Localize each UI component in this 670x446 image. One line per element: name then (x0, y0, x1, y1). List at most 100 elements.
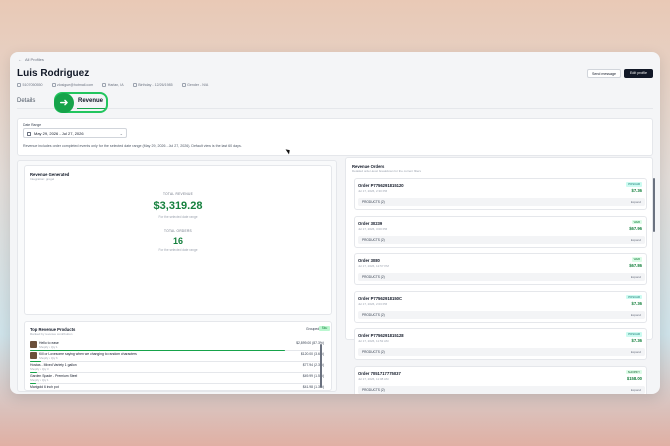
toggle-sku[interactable]: Sku (319, 326, 330, 331)
order-products-label: PRODUCTS (2) (362, 237, 385, 242)
location-icon (102, 83, 107, 88)
top-products-card: Top Revenue Products Ranked by revenue c… (24, 321, 332, 391)
product-share-track (30, 371, 322, 374)
edit-profile-button[interactable]: Edit profile (624, 69, 653, 78)
order-products-label: PRODUCTS (2) (362, 275, 385, 279)
birthday-field: Birthday - 12/26/1985 (132, 83, 173, 88)
order-amount: $158.00 (626, 375, 642, 381)
order-date: Jul 17, 2026, 2:03 PM (358, 301, 388, 306)
expand-button[interactable]: Expand (631, 388, 641, 392)
product-thumbnail (30, 352, 37, 359)
revenue-generated-card: Revenue Generated Integration: grogel TO… (24, 165, 332, 315)
calendar-icon (132, 83, 137, 88)
send-message-button[interactable]: Send message (587, 69, 621, 78)
arrow-left-icon: ← (18, 57, 22, 62)
date-range-value: May 29, 2026 - Jul 27, 2026 (34, 131, 84, 136)
toggle-grouped[interactable]: Grouped (306, 327, 319, 331)
order-products-toggle[interactable]: PRODUCTS (2) Expand (358, 198, 645, 206)
revenue-generated-subtitle: Integration: grogel (30, 177, 55, 181)
expand-button[interactable]: Expand (631, 238, 641, 242)
order-products-toggle[interactable]: PRODUCTS (2) Expand (358, 385, 645, 394)
date-range-note: Revenue includes order completed events … (23, 144, 242, 148)
order-source-badge: WEB (631, 219, 642, 224)
product-share-bar (30, 382, 36, 385)
back-link[interactable]: ← All Profiles (18, 57, 44, 62)
order-card: Order 30239 Jul 17, 2026, 3:00 PM WEB $67.9… (354, 215, 647, 248)
arrow-right-icon: ➜ (54, 93, 74, 113)
user-icon (181, 83, 186, 88)
tab-details[interactable]: Details (17, 98, 35, 104)
order-id: Order 7051717775037 (358, 370, 401, 376)
order-card: Order P7756291815128 Jul 17, 2026, 11:52 … (354, 328, 647, 360)
order-products-toggle[interactable]: PRODUCTS (2) Expand (358, 235, 645, 244)
phone-field: 5107050550 (17, 83, 43, 88)
order-products-toggle[interactable]: PRODUCTS (2) Expand (358, 273, 645, 281)
order-amount: $7.36 (631, 300, 642, 306)
revenue-orders-card: Revenue Orders Detailed order-level brea… (345, 157, 653, 394)
order-date: Jul 17, 2026, 2:30 PM (358, 189, 388, 193)
product-meta: Shopify • Qty 1 (39, 345, 58, 349)
profile-window: ← All Profiles Luis Rodriguez 5107050550… (10, 52, 660, 394)
order-id: Order P7756291815120 (358, 183, 404, 188)
calendar-icon (27, 131, 31, 136)
order-id: Order 3080 (358, 258, 380, 263)
total-revenue-value: $3,319.28 (153, 200, 203, 212)
product-thumbnail (30, 341, 37, 348)
total-revenue-label: TOTAL REVENUE (162, 192, 194, 196)
tab-revenue[interactable]: Revenue (78, 98, 103, 104)
order-card: Order P77562918150C Jul 17, 2026, 2:03 PM… (354, 290, 647, 323)
revenue-orders-subtitle: Detailed order-level breakdown for the c… (352, 169, 422, 173)
product-share-bar (30, 360, 41, 363)
email-field: zlosigue@hotmail.com (51, 83, 93, 88)
product-meta: Shopify • Qty 1 (30, 378, 49, 382)
order-card: Order 7051717775037 Jul 17, 2026, 11:08 A… (354, 365, 647, 394)
order-products-label: PRODUCTS (2) (362, 312, 385, 317)
expand-button[interactable]: Expand (631, 275, 641, 279)
product-share-bar (30, 349, 285, 352)
products-scrollbar[interactable] (320, 344, 322, 388)
order-amount: $7.36 (631, 338, 642, 343)
product-row: Marigold 6 inch pot Shopify • Qty 3 $41.98… (30, 385, 328, 390)
phone-icon (17, 83, 21, 88)
total-orders-value: 16 (172, 236, 183, 246)
expand-button[interactable]: Expand (631, 350, 641, 354)
order-amount: $67.96 (629, 225, 642, 231)
chevron-down-icon: ⌄ (119, 131, 123, 136)
tab-bar: Details Revenue (17, 95, 653, 110)
order-products-toggle[interactable]: PRODUCTS (2) Expand (358, 348, 645, 356)
back-link-label: All Profiles (25, 57, 44, 62)
profile-name: Luis Rodriguez (17, 68, 90, 79)
order-source-badge: SHOPIFY (625, 369, 642, 374)
location-field: Harlan, IA (102, 83, 124, 88)
order-products-label: PRODUCTS (2) (362, 387, 385, 392)
expand-button[interactable]: Expand (631, 313, 641, 317)
order-card: Order 3080 Jul 17, 2026, 12:57 PM WEB $67.8… (354, 253, 647, 285)
product-meta: Shopify • Qty 3 (30, 367, 49, 371)
order-products-toggle[interactable]: PRODUCTS (2) Expand (358, 310, 645, 319)
order-date: Jul 17, 2026, 12:57 PM (358, 264, 389, 268)
total-revenue-sub: For the selected date range (158, 215, 198, 219)
order-products-label: PRODUCTS (2) (362, 350, 385, 354)
order-source-badge: WEB (631, 257, 642, 262)
order-id: Order P77562918150C (358, 295, 403, 301)
order-source-badge: POSCAR (626, 182, 642, 187)
order-id: Order P7756291815128 (358, 333, 404, 338)
profile-meta: 5107050550 zlosigue@hotmail.com Harlan, … (17, 83, 208, 88)
orders-scrollbar[interactable] (653, 178, 655, 232)
product-share-track (30, 360, 322, 363)
expand-button[interactable]: Expand (631, 200, 641, 204)
gender-field: Gender - N/A (181, 83, 208, 88)
order-date: Jul 17, 2026, 11:52 AM (358, 339, 389, 343)
order-date: Jul 17, 2026, 3:00 PM (358, 226, 388, 231)
order-card: Order P7756291815120 Jul 17, 2026, 2:30 P… (354, 178, 647, 210)
product-meta: Shopify • Qty 6 (39, 356, 58, 360)
order-id: Order 30239 (358, 220, 383, 226)
order-source-badge: POSCAR (626, 294, 642, 299)
date-range-select[interactable]: May 29, 2026 - Jul 27, 2026 ⌄ (23, 128, 127, 138)
order-products-label: PRODUCTS (2) (362, 200, 385, 204)
product-share-bar (30, 371, 37, 374)
order-amount: $7.36 (631, 188, 642, 193)
order-source-badge: POSCAR (626, 332, 642, 337)
active-tab-indicator (77, 108, 105, 110)
total-orders-sub: For the selected date range (158, 248, 198, 252)
